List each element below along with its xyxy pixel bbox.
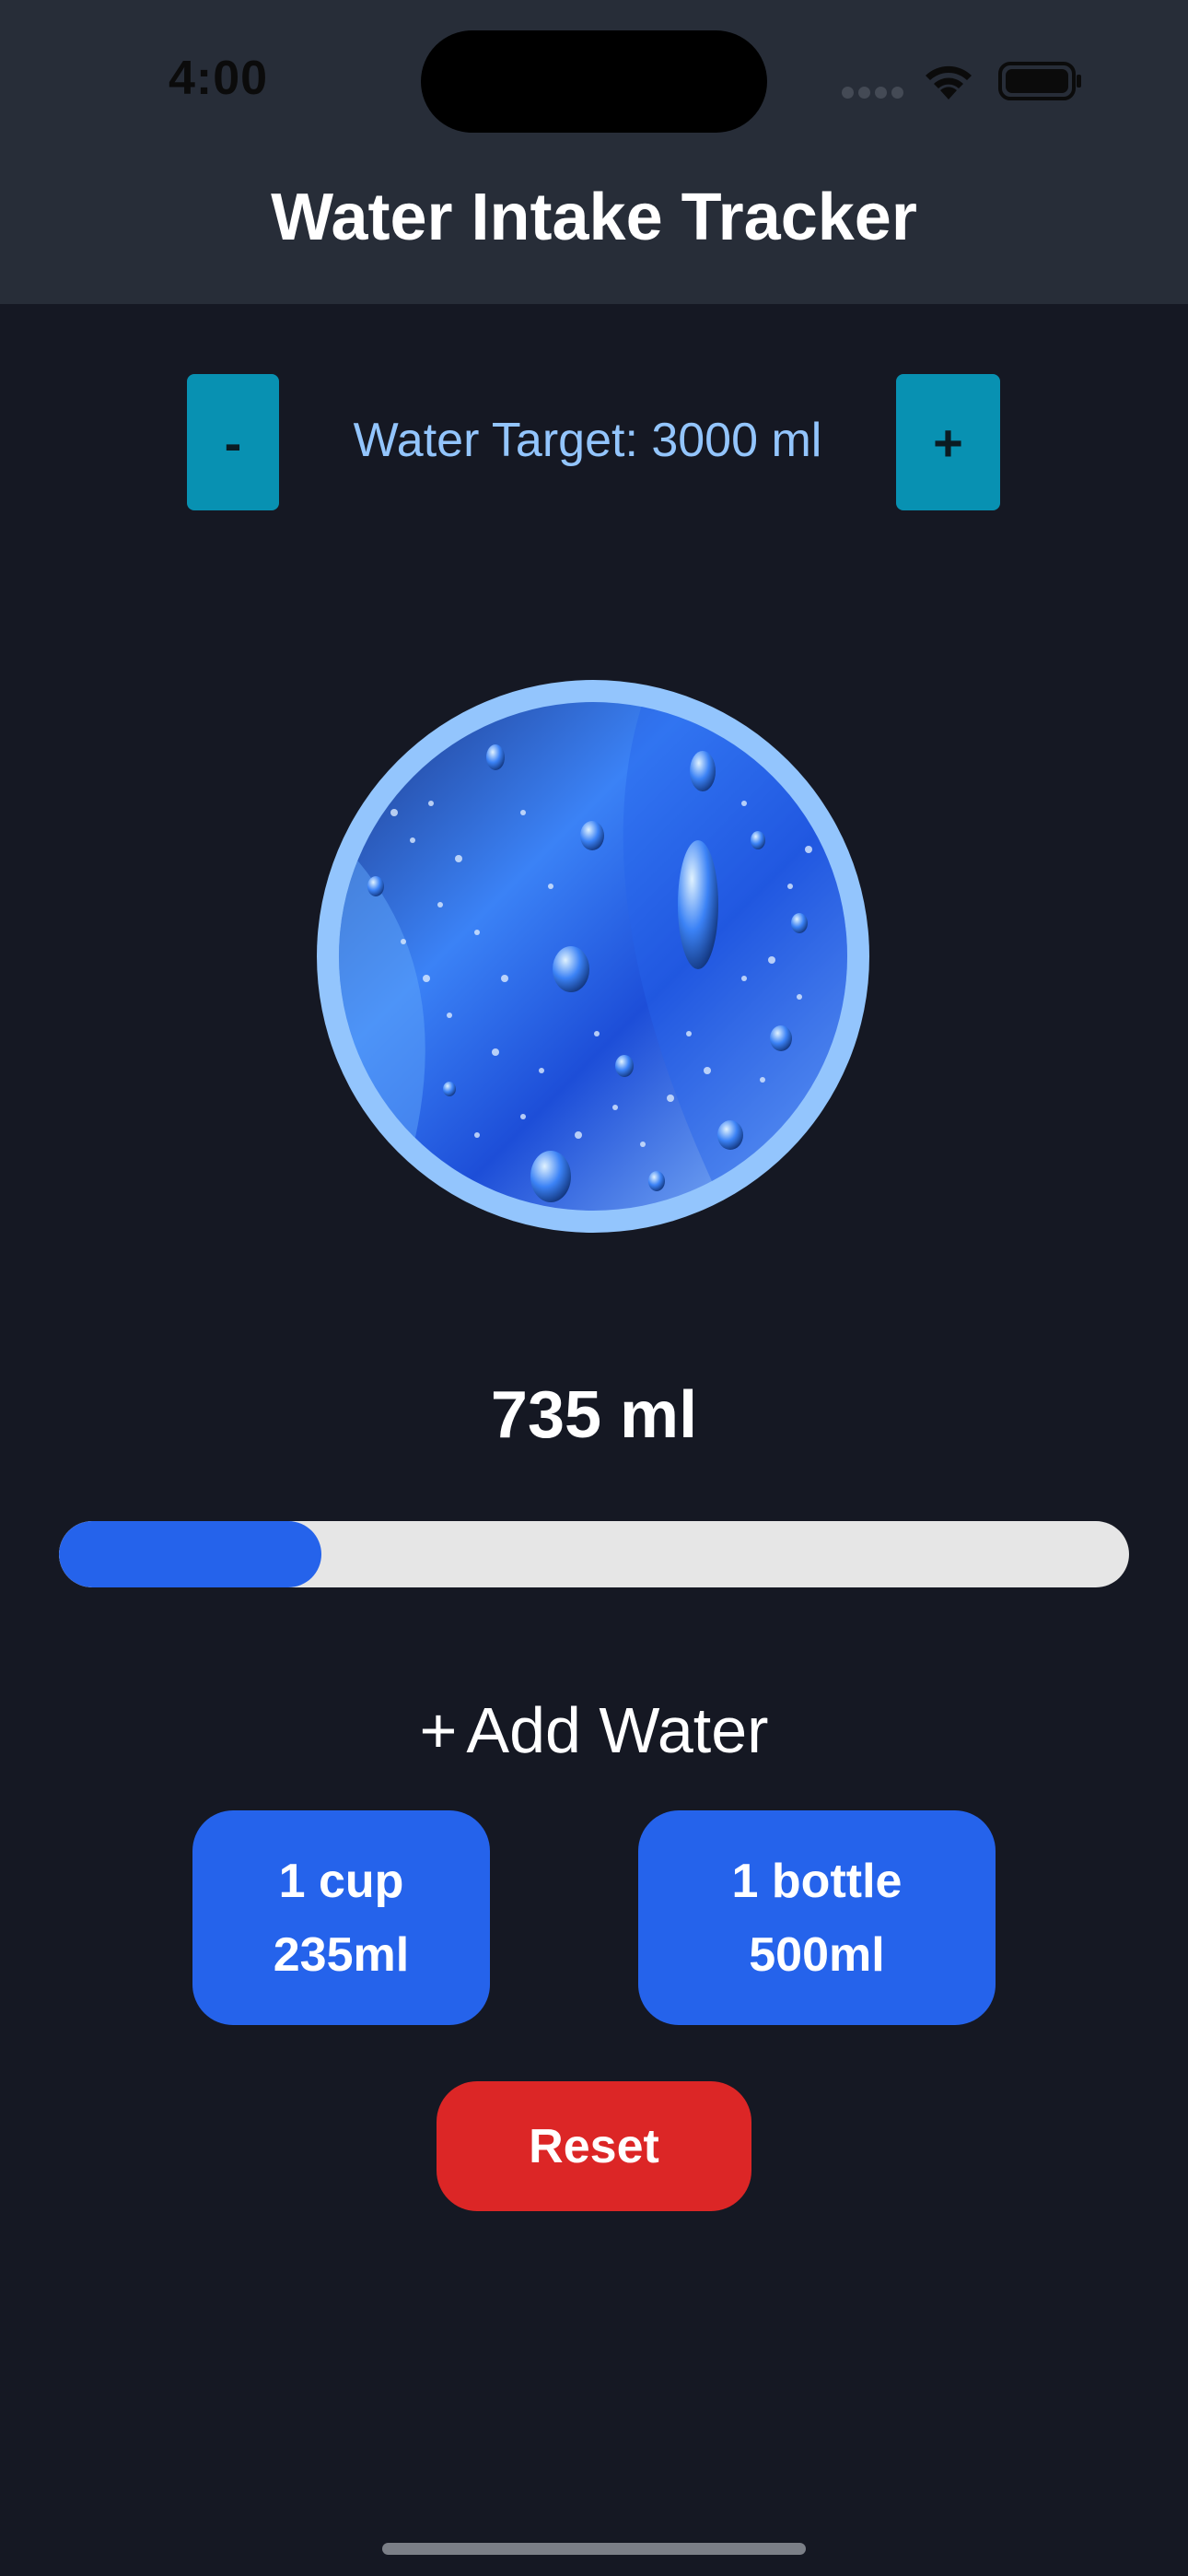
reset-button[interactable]: Reset [437, 2081, 751, 2211]
cup-amount: 235ml [273, 1927, 410, 1982]
increase-target-button[interactable]: + [896, 374, 1000, 510]
intake-amount: 735 ml [490, 1378, 698, 1452]
bottle-amount: 500ml [749, 1927, 885, 1982]
status-time: 4:00 [169, 52, 269, 105]
page-title: Water Intake Tracker [271, 181, 917, 254]
intake-progress-fill [59, 1521, 321, 1587]
add-cup-button[interactable]: 1 cup 235ml [192, 1810, 490, 2025]
app-header: 4:00 Water Intake Tracker [0, 0, 1188, 304]
dynamic-island [421, 30, 767, 133]
add-icon: + [419, 1694, 458, 1766]
water-drops-picture [339, 702, 847, 1211]
add-water-heading: + Add Water [0, 1693, 1188, 1767]
intake-progress-bar [59, 1521, 1129, 1587]
battery-icon [998, 62, 1081, 100]
add-bottle-button[interactable]: 1 bottle 500ml [638, 1810, 996, 2025]
cup-label: 1 cup [278, 1854, 404, 1908]
add-water-title: Add Water [466, 1694, 769, 1766]
bottle-label: 1 bottle [731, 1854, 903, 1908]
water-drops-image [317, 680, 869, 1233]
decrease-target-button[interactable]: - [187, 374, 279, 510]
wifi-icon [926, 65, 972, 100]
cellular-signal-icon [842, 87, 908, 103]
water-target-label: Water Target: 3000 ml [353, 414, 822, 467]
home-indicator [382, 2543, 806, 2555]
